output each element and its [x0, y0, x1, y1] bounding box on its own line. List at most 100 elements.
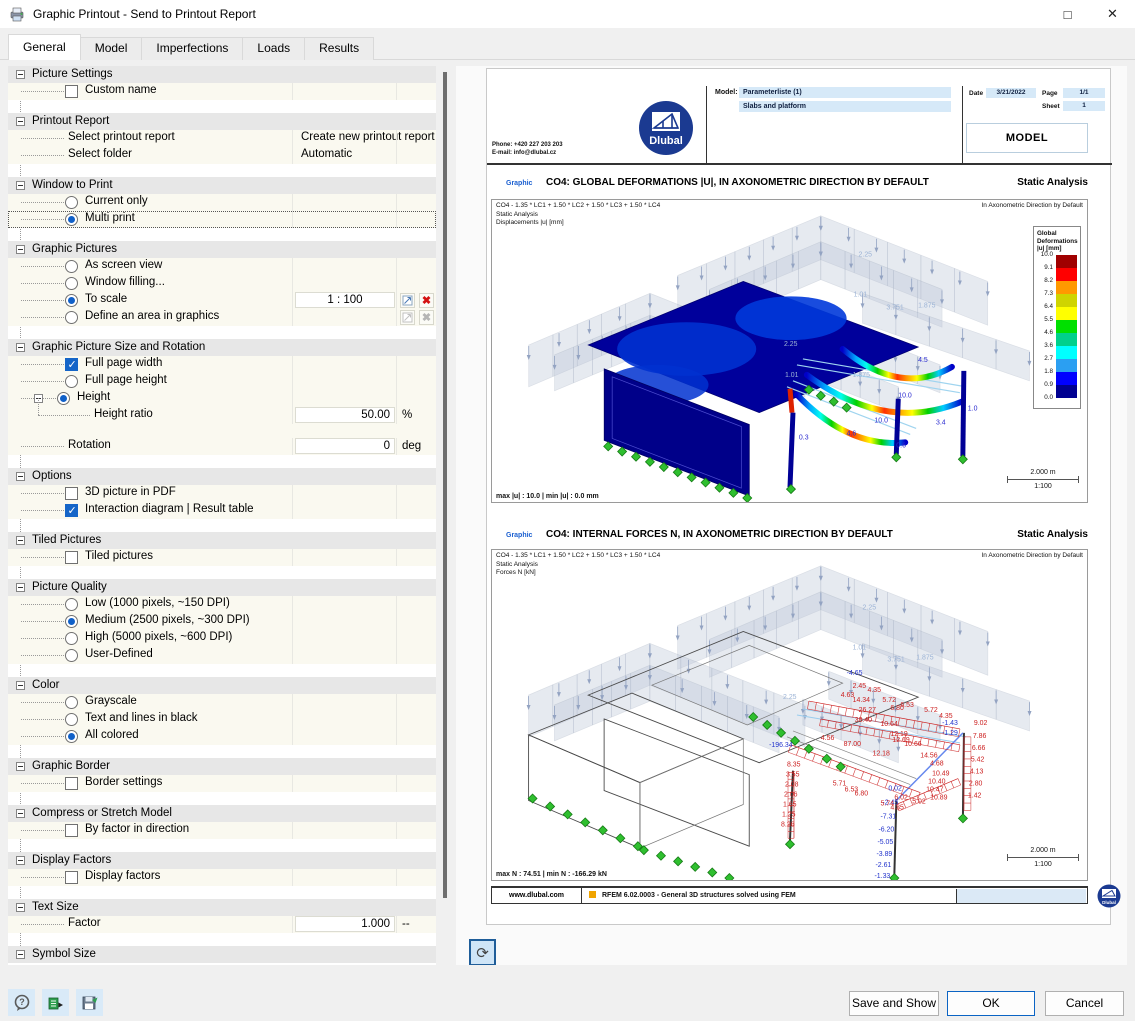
checkbox[interactable] — [65, 871, 78, 884]
setting-row[interactable]: To scale 1 : 100 ✖ — [8, 292, 436, 309]
checkbox[interactable] — [65, 504, 78, 517]
section-header[interactable]: Graphic Border — [8, 758, 436, 775]
section-header[interactable]: Picture Quality — [8, 579, 436, 596]
setting-value[interactable]: 1 : 100 — [295, 292, 395, 308]
collapse-icon[interactable] — [16, 181, 25, 190]
collapse-icon[interactable] — [16, 809, 25, 818]
settings-scrollbar[interactable] — [440, 66, 450, 970]
radio-button[interactable] — [57, 392, 70, 405]
setting-row[interactable]: User-Defined — [8, 647, 436, 664]
checkbox[interactable] — [65, 487, 78, 500]
tab-imperfections[interactable]: Imperfections — [141, 37, 244, 60]
setting-row[interactable]: Border settings — [8, 775, 436, 792]
collapse-icon[interactable] — [16, 245, 25, 254]
section-header[interactable]: Graphic Picture Size and Rotation — [8, 339, 436, 356]
setting-row[interactable]: Height — [8, 390, 436, 407]
send-to-report-button[interactable] — [42, 989, 69, 1016]
radio-button[interactable] — [65, 311, 78, 324]
setting-row[interactable]: Select printout report Create new printou… — [8, 130, 436, 147]
radio-button[interactable] — [65, 196, 78, 209]
setting-value[interactable]: 50.00 — [295, 407, 395, 423]
close-button[interactable]: ✕ — [1090, 0, 1135, 28]
setting-row[interactable]: Full page height — [8, 373, 436, 390]
radio-button[interactable] — [65, 615, 78, 628]
radio-button[interactable] — [65, 294, 78, 307]
setting-row[interactable]: Custom name — [8, 83, 436, 100]
section-header[interactable]: Options — [8, 468, 436, 485]
section-header[interactable]: Graphic Pictures — [8, 241, 436, 258]
ok-button[interactable]: OK — [947, 991, 1035, 1016]
section-header[interactable]: Picture Settings — [8, 66, 436, 83]
tab-general[interactable]: General — [8, 34, 81, 60]
setting-row[interactable]: Window filling... — [8, 275, 436, 292]
checkbox[interactable] — [65, 551, 78, 564]
radio-button[interactable] — [65, 260, 78, 273]
setting-row[interactable]: All colored — [8, 728, 436, 745]
radio-button[interactable] — [65, 696, 78, 709]
cancel-button[interactable]: Cancel — [1045, 991, 1124, 1016]
collapse-icon[interactable] — [16, 343, 25, 352]
radio-button[interactable] — [65, 213, 78, 226]
setting-row[interactable]: Low (1000 pixels, ~150 DPI) — [8, 596, 436, 613]
collapse-icon[interactable] — [16, 117, 25, 126]
setting-row[interactable]: As screen view — [8, 258, 436, 275]
radio-button[interactable] — [65, 277, 78, 290]
tab-results[interactable]: Results — [304, 37, 375, 60]
section-header[interactable]: Display Factors — [8, 852, 436, 869]
scrollbar-thumb[interactable] — [443, 72, 447, 898]
checkbox[interactable] — [65, 85, 78, 98]
setting-row[interactable]: Text and lines in black — [8, 711, 436, 728]
setting-row[interactable]: Medium (2500 pixels, ~300 DPI) — [8, 613, 436, 630]
radio-button[interactable] — [65, 598, 78, 611]
setting-row[interactable]: By factor in direction — [8, 822, 436, 839]
checkbox[interactable] — [65, 824, 78, 837]
save-settings-button[interactable] — [76, 989, 103, 1016]
setting-row[interactable]: High (5000 pixels, ~600 DPI) — [8, 630, 436, 647]
help-button[interactable]: ? — [8, 989, 35, 1016]
section-header[interactable]: Color — [8, 677, 436, 694]
delete-scale-icon[interactable]: ✖ — [419, 293, 434, 308]
checkbox[interactable] — [65, 777, 78, 790]
collapse-icon[interactable] — [16, 681, 25, 690]
setting-row[interactable]: Tiled pictures — [8, 549, 436, 566]
setting-row[interactable]: Full page width — [8, 356, 436, 373]
collapse-icon[interactable] — [16, 583, 25, 592]
setting-value[interactable]: 1.000 — [295, 916, 395, 932]
section-header[interactable]: Printout Report — [8, 113, 436, 130]
collapse-icon[interactable] — [16, 762, 25, 771]
save-and-show-button[interactable]: Save and Show — [849, 991, 939, 1016]
setting-row[interactable]: 3D picture in PDF — [8, 485, 436, 502]
setting-row[interactable]: Multi print — [8, 211, 436, 228]
collapse-icon[interactable] — [16, 856, 25, 865]
radio-button[interactable] — [65, 632, 78, 645]
setting-row[interactable]: Interaction diagram | Result table — [8, 502, 436, 519]
setting-row[interactable]: Grayscale — [8, 694, 436, 711]
checkbox[interactable] — [65, 358, 78, 371]
tab-model[interactable]: Model — [79, 37, 143, 60]
collapse-icon[interactable] — [16, 950, 25, 959]
radio-button[interactable] — [65, 375, 78, 388]
section-header[interactable]: Tiled Pictures — [8, 532, 436, 549]
section-header[interactable]: Compress or Stretch Model — [8, 805, 436, 822]
pick-scale-icon[interactable] — [400, 293, 415, 308]
tab-loads[interactable]: Loads — [242, 37, 306, 60]
radio-button[interactable] — [65, 713, 78, 726]
setting-row[interactable]: Display factors — [8, 869, 436, 886]
collapse-icon[interactable] — [16, 472, 25, 481]
setting-row[interactable]: Factor 1.000 -- — [8, 916, 436, 933]
setting-row[interactable]: Height ratio 50.00% — [8, 398, 436, 424]
setting-row[interactable]: Rotation 0 deg — [8, 438, 436, 455]
section-header[interactable]: Window to Print — [8, 177, 436, 194]
setting-value[interactable]: 0 — [295, 438, 395, 454]
collapse-icon[interactable] — [16, 903, 25, 912]
collapse-icon[interactable] — [16, 70, 25, 79]
setting-row[interactable]: Define an area in graphics ✖ — [8, 309, 436, 326]
section-header[interactable]: Symbol Size — [8, 946, 436, 963]
radio-button[interactable] — [65, 649, 78, 662]
refresh-preview-button[interactable]: ⟳ — [469, 939, 496, 966]
setting-row[interactable]: Select folder Automatic — [8, 147, 436, 164]
setting-row[interactable]: Current only — [8, 194, 436, 211]
maximize-button[interactable]: □ — [1045, 0, 1090, 28]
radio-button[interactable] — [65, 730, 78, 743]
section-header[interactable]: Text Size — [8, 899, 436, 916]
